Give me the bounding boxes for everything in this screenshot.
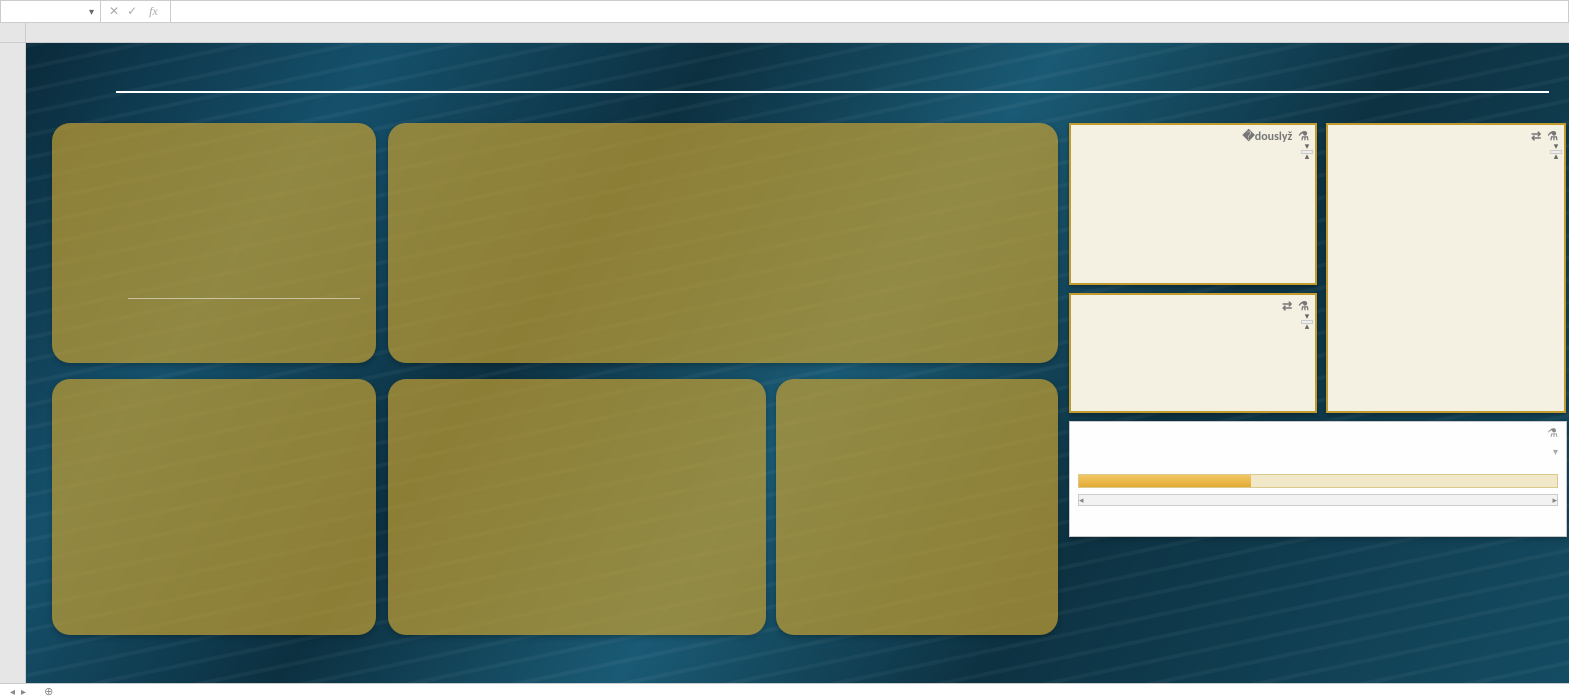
cancel-icon[interactable]: ✕	[109, 4, 119, 19]
card-sales-trend[interactable]	[388, 123, 1058, 363]
hbar-chart-units	[68, 399, 360, 599]
formula-controls: ✕ ✓ fx	[101, 1, 171, 22]
card-units-sold[interactable]	[52, 379, 376, 635]
bar-chart-employee	[68, 141, 360, 321]
tab-nav[interactable]: ◂▸	[0, 685, 36, 698]
formula-bar: ▾ ✕ ✓ fx	[0, 0, 1569, 23]
name-box-dropdown-icon[interactable]: ▾	[89, 5, 94, 18]
line-chart-trend	[404, 141, 1042, 321]
slicer-scrollbar[interactable]: ▴▾	[1550, 150, 1562, 154]
multiselect-icon[interactable]: ⇄	[1531, 129, 1541, 144]
timeline-track[interactable]	[1078, 474, 1558, 488]
title-rule	[116, 91, 1549, 93]
multiselect-icon[interactable]: ⇄	[1282, 299, 1292, 314]
sheet-tabs: ◂▸ ⊕	[0, 683, 1569, 699]
row-headers	[0, 43, 26, 683]
tab-next-icon[interactable]: ▸	[21, 685, 26, 698]
donut-chart-region	[792, 397, 1042, 597]
confirm-icon[interactable]: ✓	[127, 4, 137, 19]
slicer-item[interactable]: �douslyž⚗ ▴▾	[1069, 123, 1317, 285]
slicer-sales-rep[interactable]: ⇄⚗ ▴▾	[1326, 123, 1566, 413]
card-item-sales[interactable]	[388, 379, 766, 635]
multiselect-icon[interactable]: �douslyž	[1242, 129, 1292, 144]
select-all-corner[interactable]	[0, 23, 26, 42]
slicer-scrollbar[interactable]: ▴▾	[1301, 150, 1313, 154]
timeline-date-of-sale[interactable]: ⚗ ▾ ◂▸	[1069, 421, 1567, 537]
fx-icon[interactable]: fx	[145, 4, 162, 19]
slicer-scrollbar[interactable]: ▴▾	[1301, 320, 1313, 324]
tab-prev-icon[interactable]: ◂	[10, 685, 15, 698]
formula-input[interactable]	[171, 1, 1568, 22]
timeline-scrollbar[interactable]: ◂▸	[1078, 494, 1558, 506]
name-box[interactable]: ▾	[1, 1, 101, 22]
timeline-range-fill[interactable]	[1079, 475, 1251, 487]
pie-chart-item	[404, 397, 750, 597]
card-employee-sales[interactable]	[52, 123, 376, 363]
clear-filter-icon[interactable]: ⚗	[1547, 426, 1558, 441]
card-region-sales[interactable]	[776, 379, 1058, 635]
add-sheet-button[interactable]: ⊕	[36, 685, 61, 698]
slicer-region[interactable]: ⇄⚗ ▴▾	[1069, 293, 1317, 413]
dashboard-canvas: �douslyž⚗ ▴▾ ⇄⚗ ▴▾ ⇄⚗ ▴▾	[26, 43, 1569, 683]
column-headers	[0, 23, 1569, 43]
